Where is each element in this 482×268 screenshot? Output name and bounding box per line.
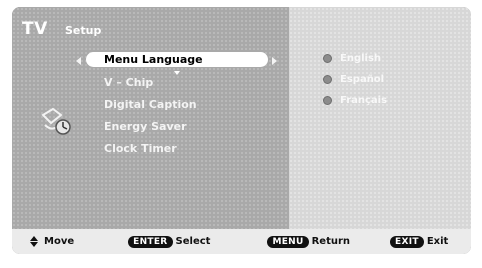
menu-key-icon[interactable]: MENU [267,235,309,248]
section-title: Setup [65,24,102,37]
radio-icon [323,96,332,105]
tv-label: TV [22,19,48,39]
select-hint: Select [175,236,211,247]
menu-item-menu-language[interactable]: Menu Language [86,52,268,67]
menu-item-clock-timer[interactable]: Clock Timer [104,142,177,155]
setup-clock-icon [39,105,75,143]
menu-item-label: Menu Language [104,53,203,66]
return-hint: Return [311,236,351,247]
left-arrow-icon[interactable] [76,57,81,65]
up-down-arrows-icon [30,236,38,247]
setup-menu-frame: TV Setup Menu Language V – Chip Digital … [12,7,471,254]
exit-hint: Exit [426,236,449,247]
menu-item-v-chip[interactable]: V – Chip [104,76,153,89]
option-label: Español [340,74,385,85]
chevron-down-icon [174,71,180,75]
option-english[interactable]: English [323,53,381,64]
menu-item-digital-caption[interactable]: Digital Caption [104,98,197,111]
option-espanol[interactable]: Español [323,74,384,85]
enter-key-icon[interactable]: ENTER [128,235,173,248]
option-label: Français [340,95,388,106]
footer-bar: Move ENTER Select MENU Return EXIT Exit [12,229,471,254]
radio-icon [323,54,332,63]
option-francais[interactable]: Français [323,95,387,106]
menu-item-energy-saver[interactable]: Energy Saver [104,120,187,133]
option-label: English [340,53,382,64]
right-arrow-icon[interactable] [272,57,277,65]
options-panel [289,7,471,229]
radio-icon [323,75,332,84]
exit-key-icon[interactable]: EXIT [390,235,424,248]
move-hint: Move [44,236,75,247]
